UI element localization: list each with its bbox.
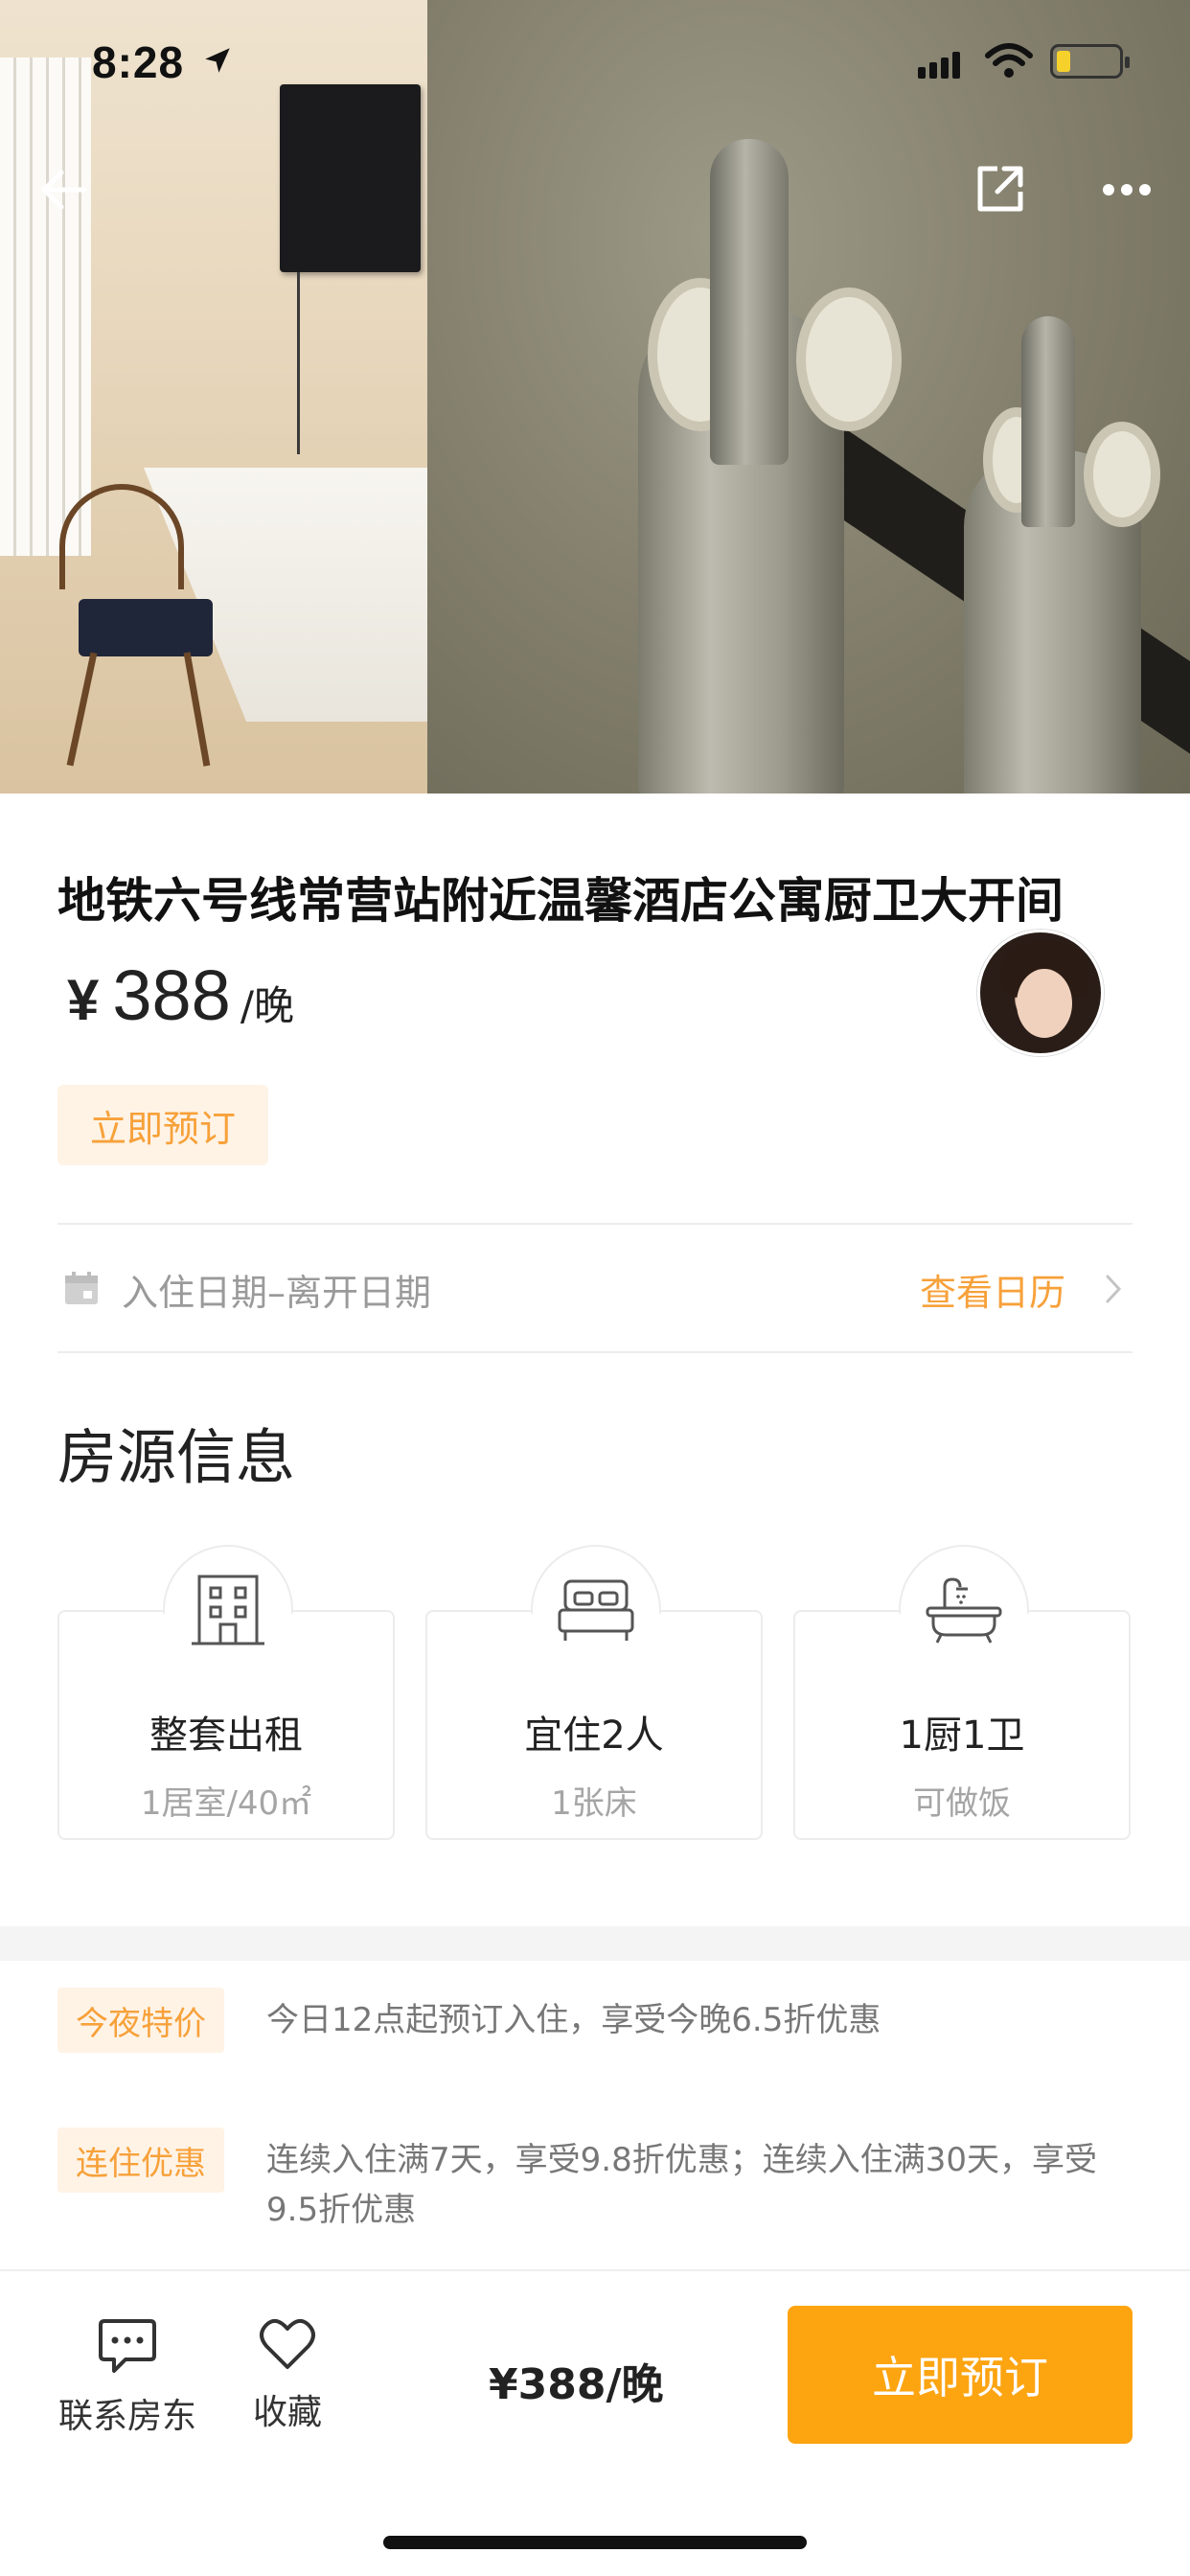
- more-options-icon[interactable]: [1100, 172, 1154, 207]
- book-now-tag[interactable]: 立即预订: [57, 1085, 268, 1165]
- share-icon[interactable]: [973, 161, 1028, 217]
- chevron-right-icon: [1106, 1275, 1122, 1303]
- promotion-text: 今日12点起预订入住，享受今晚6.5折优惠: [266, 2001, 881, 2039]
- home-indicator[interactable]: [383, 2536, 807, 2549]
- section-separator: [0, 1926, 1190, 1961]
- info-card-facilities: 1厨1卫 可做饭: [793, 1545, 1131, 1840]
- decor-photo: [427, 0, 1190, 794]
- rental-type-detail: 1居室/40㎡: [140, 1784, 312, 1823]
- promotion-text: 连续入住满7天，享受9.8折优惠；连续入住满30天，享受9.5折优惠: [266, 2141, 1097, 2229]
- bottom-price: ¥388/晚: [489, 2360, 664, 2409]
- cooking-detail: 可做饭: [913, 1784, 1011, 1823]
- rental-type-label: 整套出租: [149, 1714, 303, 1758]
- promotion-tag: 今夜特价: [57, 1988, 224, 2053]
- promotion-long-stay: 连住优惠 连续入住满7天，享受9.8折优惠；连续入住满30天，享受9.5折优惠: [57, 2128, 1133, 2235]
- price-currency: ¥: [67, 968, 100, 1032]
- bed-icon: [558, 1579, 634, 1641]
- back-arrow-icon[interactable]: [36, 163, 90, 217]
- listing-title: 地铁六号线常营站附近温馨酒店公寓厨卫大开间: [57, 873, 1064, 929]
- view-calendar-link[interactable]: 查看日历: [920, 1263, 1065, 1316]
- info-card-rental-type: 整套出租 1居室/40㎡: [57, 1545, 395, 1840]
- price-amount: 388: [112, 955, 231, 1035]
- bottom-action-bar: 联系房东 收藏 ¥388/晚 立即预订: [0, 2269, 1190, 2576]
- info-card-occupancy: 宜住2人 1张床: [425, 1545, 763, 1840]
- building-icon: [192, 1575, 264, 1645]
- host-avatar[interactable]: [977, 930, 1104, 1056]
- calendar-icon: [65, 1272, 98, 1304]
- book-now-button[interactable]: 立即预订: [788, 2306, 1133, 2444]
- photo-gallery[interactable]: [0, 0, 1190, 794]
- heart-icon: [260, 2318, 315, 2369]
- favorite-label: 收藏: [252, 2393, 322, 2432]
- promotion-tonight: 今夜特价 今日12点起预订入住，享受今晚6.5折优惠: [57, 1988, 1133, 2053]
- price-unit: /晚: [240, 982, 294, 1029]
- bathtub-icon: [926, 1577, 1002, 1644]
- date-range-placeholder: 入住日期–离开日期: [122, 1271, 432, 1314]
- section-title-house-info: 房源信息: [57, 1422, 296, 1492]
- occupancy-label: 宜住2人: [524, 1714, 664, 1758]
- promotion-tag: 连住优惠: [57, 2128, 224, 2193]
- chat-bubble-icon: [99, 2319, 156, 2373]
- favorite-button[interactable]: 收藏: [240, 2317, 335, 2434]
- room-photo: [0, 0, 427, 794]
- divider: [57, 1351, 1133, 1353]
- bed-count: 1张床: [551, 1784, 637, 1823]
- contact-host-button[interactable]: 联系房东: [56, 2317, 199, 2438]
- location-arrow-icon: [205, 48, 230, 73]
- cellular-signal-icon: [918, 52, 960, 79]
- listing-price: ¥ 388 /晚: [67, 954, 294, 1036]
- date-selector[interactable]: 入住日期–离开日期 查看日历: [57, 1225, 1133, 1353]
- battery-icon: [1050, 44, 1130, 79]
- contact-host-label: 联系房东: [57, 2397, 196, 2436]
- facilities-label: 1厨1卫: [899, 1714, 1025, 1758]
- wifi-icon: [985, 43, 1033, 78]
- status-time: 8:28: [92, 37, 185, 87]
